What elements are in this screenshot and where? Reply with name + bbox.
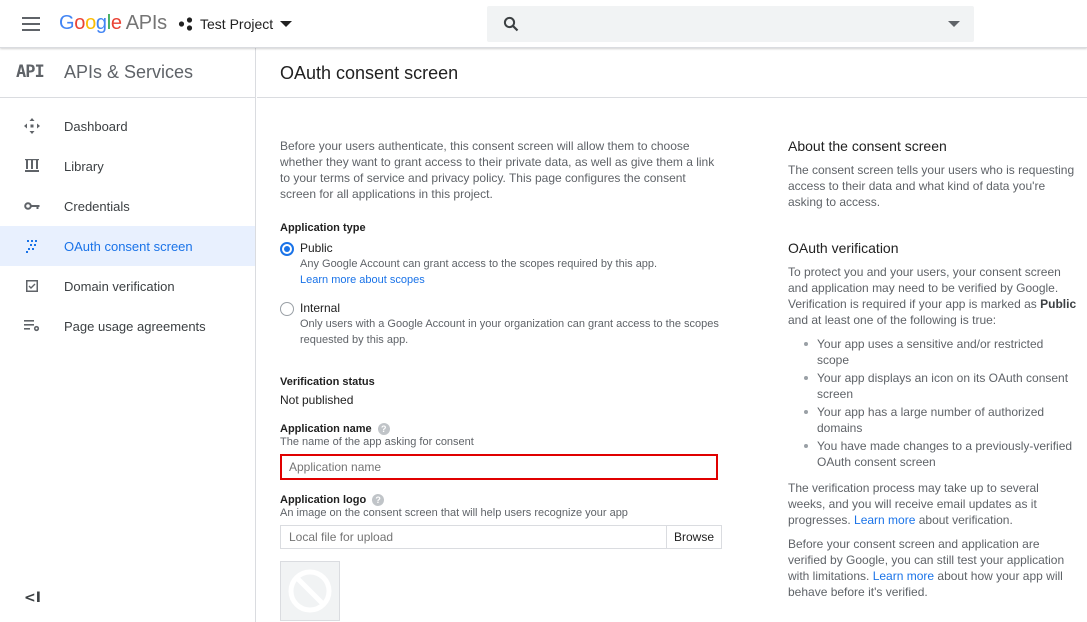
search-input[interactable] <box>531 6 931 42</box>
search-icon <box>503 16 519 32</box>
google-apis-logo[interactable]: Google APIs <box>59 12 167 35</box>
application-logo-label: Application logo? <box>280 494 722 506</box>
file-input[interactable]: Local file for upload <box>281 526 666 548</box>
verification-status-value: Not published <box>280 393 354 407</box>
public-label: Public <box>300 241 333 255</box>
sidebar-item-domain-verification[interactable]: Domain verification <box>0 266 255 306</box>
application-name-label-text: Application name <box>280 423 372 435</box>
application-logo-label-text: Application logo <box>280 494 367 506</box>
list-item: Your app has a large number of authorize… <box>804 404 1078 436</box>
project-name: Test Project <box>200 16 274 32</box>
settings-list-icon <box>23 318 41 334</box>
public-radio[interactable] <box>280 242 294 256</box>
verification-status-label: Verification status <box>280 376 375 388</box>
sidebar-item-page-usage-agreements[interactable]: Page usage agreements <box>0 306 255 346</box>
api-icon: API <box>16 62 45 82</box>
sidebar-item-dashboard[interactable]: Dashboard <box>0 106 255 146</box>
application-name-label: Application name? <box>280 423 722 435</box>
search-bar[interactable] <box>487 6 974 42</box>
sidebar: API APIs & Services Dashboard Library Cr… <box>0 48 256 622</box>
oauth-verification-heading: OAuth verification <box>788 240 899 256</box>
dashboard-icon <box>23 118 41 134</box>
no-image-icon <box>288 569 332 613</box>
logo-apis-text: APIs <box>125 12 167 34</box>
sidebar-item-library[interactable]: Library <box>0 146 255 186</box>
chevron-down-icon <box>280 21 293 27</box>
intro-text: Before your users authenticate, this con… <box>280 139 715 201</box>
top-app-bar: Google APIs Test Project <box>0 0 1087 48</box>
learn-more-scopes-link[interactable]: Learn more about scopes <box>300 274 425 286</box>
key-icon <box>23 198 41 214</box>
application-logo-sub: An image on the consent screen that will… <box>280 507 628 519</box>
help-panel: About the consent screen The consent scr… <box>788 138 1078 608</box>
learn-more-verification-link[interactable]: Learn more <box>854 513 915 527</box>
sidebar-item-label: OAuth consent screen <box>64 238 193 254</box>
sidebar-item-credentials[interactable]: Credentials <box>0 186 255 226</box>
browse-button[interactable]: Browse <box>666 526 721 548</box>
sidebar-item-oauth-consent-screen[interactable]: OAuth consent screen <box>0 226 255 266</box>
application-type-label: Application type <box>280 222 366 234</box>
list-item: You have made changes to a previously-ve… <box>804 438 1078 470</box>
consent-form: Before your users authenticate, this con… <box>280 138 722 621</box>
verification-text: To protect you and your users, your cons… <box>788 265 1077 327</box>
about-text: The consent screen tells your users who … <box>788 163 1075 209</box>
search-dropdown-icon[interactable] <box>948 21 960 27</box>
checkbox-icon <box>23 278 41 294</box>
public-description: Any Google Account can grant access to t… <box>300 258 658 270</box>
sidebar-title[interactable]: APIs & Services <box>64 62 193 83</box>
internal-radio[interactable] <box>280 302 294 316</box>
consent-icon <box>23 238 41 254</box>
sidebar-item-label: Library <box>64 158 104 174</box>
sidebar-nav: Dashboard Library Credentials OAuth cons… <box>0 98 255 346</box>
radio-option-internal[interactable]: Internal Only users with a Google Accoun… <box>280 300 722 348</box>
file-upload: Local file for upload Browse <box>280 525 722 549</box>
logo-preview <box>280 561 340 621</box>
about-heading: About the consent screen <box>788 138 947 154</box>
list-item: Your app uses a sensitive and/or restric… <box>804 336 1078 368</box>
verification-criteria-list: Your app uses a sensitive and/or restric… <box>788 336 1078 470</box>
sidebar-item-label: Page usage agreements <box>64 318 206 334</box>
menu-icon[interactable] <box>22 16 42 32</box>
process-text: The verification process may take up to … <box>788 481 1039 527</box>
project-selector[interactable]: Test Project <box>178 13 293 35</box>
project-icon <box>178 17 193 31</box>
internal-label: Internal <box>300 301 341 315</box>
collapse-sidebar-button[interactable]: <I <box>24 590 41 606</box>
learn-more-behavior-link[interactable]: Learn more <box>873 569 934 583</box>
application-name-sub: The name of the app asking for consent <box>280 436 474 448</box>
sidebar-item-label: Domain verification <box>64 278 175 294</box>
sidebar-item-label: Dashboard <box>64 118 128 134</box>
page-header: OAuth consent screen <box>257 48 1087 98</box>
sidebar-item-label: Credentials <box>64 198 130 214</box>
radio-option-public[interactable]: Public Any Google Account can grant acce… <box>280 240 722 288</box>
internal-description: Only users with a Google Account in your… <box>300 318 719 346</box>
before-verified-text: Before your consent screen and applicati… <box>788 537 1065 599</box>
page-title: OAuth consent screen <box>280 63 459 83</box>
list-item: Your app displays an icon on its OAuth c… <box>804 370 1078 402</box>
help-icon[interactable]: ? <box>377 423 390 435</box>
library-icon <box>23 158 41 174</box>
sidebar-header: API APIs & Services <box>0 48 255 98</box>
application-name-input[interactable] <box>280 454 718 480</box>
help-icon[interactable]: ? <box>372 494 385 506</box>
